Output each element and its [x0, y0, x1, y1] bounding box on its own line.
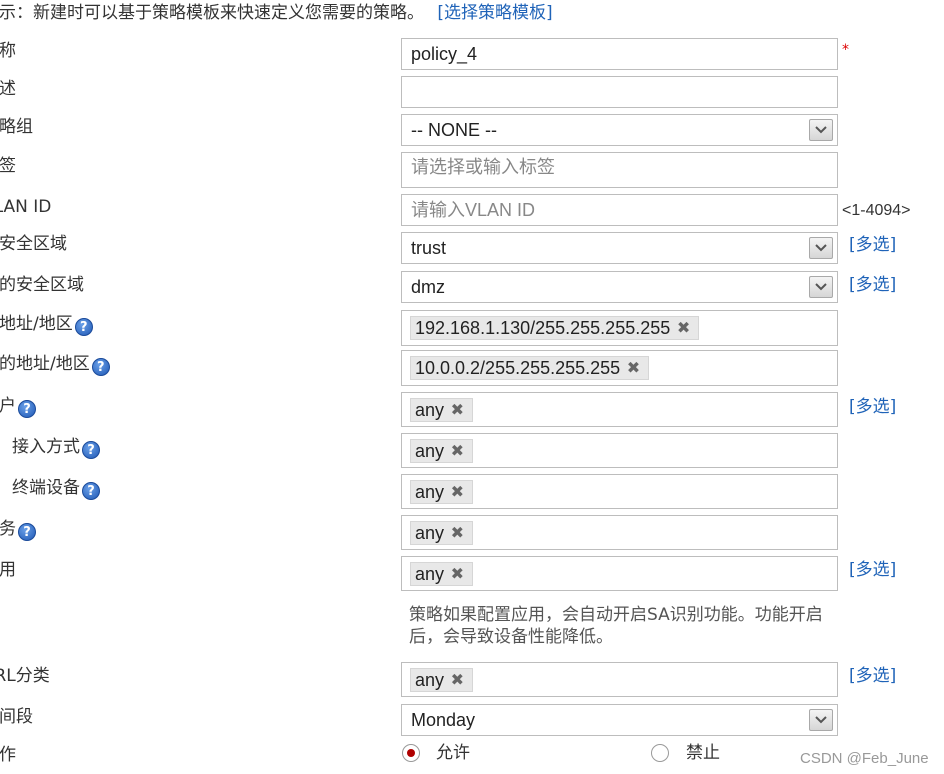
help-icon[interactable]: ? — [91, 358, 110, 376]
terminal-device-input[interactable]: any ✖ — [401, 474, 838, 509]
chevron-down-icon[interactable] — [809, 237, 833, 259]
dst-addr-label: 目的地址/地区? — [0, 353, 110, 376]
help-icon[interactable]: ? — [18, 400, 36, 418]
remove-tag-icon[interactable]: ✖ — [627, 357, 640, 379]
src-zone-label: 源安全区域 — [0, 234, 67, 254]
dst-addr-input[interactable]: 10.0.0.2/255.255.255.255 ✖ — [401, 350, 838, 386]
application-label: 应用 — [0, 560, 16, 580]
access-method-input[interactable]: any ✖ — [401, 433, 838, 468]
time-range-value: Monday — [411, 710, 476, 730]
tags-input[interactable]: 请选择或输入标签 — [401, 152, 838, 188]
dst-zone-value: dmz — [411, 277, 446, 297]
access-method-tag: any ✖ — [410, 439, 474, 463]
remove-tag-icon[interactable]: ✖ — [451, 399, 464, 421]
terminal-device-label-text: 终端设备 — [12, 478, 80, 498]
src-addr-tag-text: 192.168.1.130/255.255.255.255 — [415, 318, 671, 338]
chevron-down-icon[interactable] — [809, 276, 833, 298]
chevron-down-icon[interactable] — [809, 119, 833, 141]
url-category-tag: any ✖ — [410, 668, 474, 692]
terminal-device-tag-text: any — [415, 482, 445, 502]
url-category-multi-select[interactable]: [多选] — [849, 665, 896, 687]
remove-tag-icon[interactable]: ✖ — [451, 481, 464, 503]
remove-tag-icon[interactable]: ✖ — [451, 440, 464, 462]
src-zone-value: trust — [411, 238, 447, 258]
dst-addr-tag-text: 10.0.0.2/255.255.255.255 — [415, 358, 621, 378]
deny-radio[interactable] — [651, 744, 669, 762]
application-input[interactable]: any ✖ — [401, 556, 838, 591]
user-input[interactable]: any ✖ — [401, 392, 838, 427]
src-zone-select[interactable]: trust — [401, 232, 838, 264]
allow-label[interactable]: 允许 — [436, 742, 470, 764]
url-category-tag-text: any — [415, 670, 445, 690]
required-mark: * — [842, 42, 849, 58]
policy-group-select[interactable]: -- NONE -- — [401, 114, 838, 146]
policy-group-label: 策略组 — [0, 117, 33, 137]
url-category-input[interactable]: any ✖ — [401, 662, 838, 697]
help-icon[interactable]: ? — [82, 441, 100, 459]
dst-addr-label-text: 目的地址/地区 — [0, 354, 90, 374]
application-tag-text: any — [415, 564, 445, 584]
src-addr-label-text: 源地址/地区 — [0, 314, 73, 334]
dst-zone-multi-select[interactable]: [多选] — [849, 274, 896, 296]
access-method-tag-text: any — [415, 441, 445, 461]
allow-radio[interactable] — [402, 744, 420, 762]
policy-group-value: -- NONE -- — [411, 120, 497, 140]
src-addr-input[interactable]: 192.168.1.130/255.255.255.255 ✖ — [401, 310, 838, 346]
vlan-id-input[interactable]: 请输入VLAN ID — [401, 194, 838, 226]
remove-tag-icon[interactable]: ✖ — [451, 522, 464, 544]
user-tag: any ✖ — [410, 398, 474, 422]
action-label: 动作 — [0, 745, 16, 765]
watermark: CSDN @Feb_June — [800, 750, 929, 767]
dst-zone-label: 目的安全区域 — [0, 275, 84, 295]
dst-addr-tag: 10.0.0.2/255.255.255.255 ✖ — [410, 356, 650, 380]
access-method-label: 接入方式? — [12, 436, 100, 459]
help-icon[interactable]: ? — [18, 523, 36, 541]
service-tag-text: any — [415, 523, 445, 543]
user-label-text: 用户 — [0, 396, 16, 416]
tags-label: 标签 — [0, 156, 16, 176]
service-input[interactable]: any ✖ — [401, 515, 838, 550]
service-label-text: 服务 — [0, 519, 16, 539]
dst-zone-select[interactable]: dmz — [401, 271, 838, 303]
chevron-down-icon[interactable] — [809, 709, 833, 731]
application-note-line-1: 策略如果配置应用，会自动开启SA识别功能。功能开启 — [409, 605, 823, 625]
vlan-id-label: VLAN ID — [0, 197, 52, 217]
remove-tag-icon[interactable]: ✖ — [451, 669, 464, 691]
deny-label[interactable]: 禁止 — [686, 742, 720, 764]
application-multi-select[interactable]: [多选] — [849, 559, 896, 581]
description-label: 描述 — [0, 79, 16, 99]
name-input[interactable]: policy_4 — [401, 38, 838, 70]
application-note-line-2: 后，会导致设备性能降低。 — [409, 627, 613, 647]
terminal-device-label: 终端设备? — [12, 477, 100, 500]
application-tag: any ✖ — [410, 562, 474, 586]
access-method-label-text: 接入方式 — [12, 437, 80, 457]
name-label: 名称 — [0, 41, 16, 61]
src-addr-tag: 192.168.1.130/255.255.255.255 ✖ — [410, 316, 700, 340]
url-category-label: URL分类 — [0, 666, 50, 686]
src-zone-multi-select[interactable]: [多选] — [849, 234, 896, 256]
user-tag-text: any — [415, 400, 445, 420]
service-label: 服务? — [0, 518, 36, 541]
src-addr-label: 源地址/地区? — [0, 313, 93, 336]
help-icon[interactable]: ? — [74, 318, 93, 336]
user-multi-select[interactable]: [多选] — [849, 396, 896, 418]
terminal-device-tag: any ✖ — [410, 480, 474, 504]
time-range-select[interactable]: Monday — [401, 704, 838, 736]
help-icon[interactable]: ? — [82, 482, 100, 500]
time-range-label: 时间段 — [0, 707, 33, 727]
remove-tag-icon[interactable]: ✖ — [451, 563, 464, 585]
service-tag: any ✖ — [410, 521, 474, 545]
vlan-range-hint: <1-4094> — [842, 202, 911, 219]
choose-template-link[interactable]: [选择策略模板] — [437, 3, 552, 23]
remove-tag-icon[interactable]: ✖ — [677, 317, 690, 339]
hint-text: 提示：新建时可以基于策略模板来快速定义您需要的策略。 — [0, 3, 424, 23]
user-label: 用户? — [0, 395, 36, 418]
hint: 提示：新建时可以基于策略模板来快速定义您需要的策略。 [选择策略模板] — [0, 2, 553, 24]
description-input[interactable] — [401, 76, 838, 108]
